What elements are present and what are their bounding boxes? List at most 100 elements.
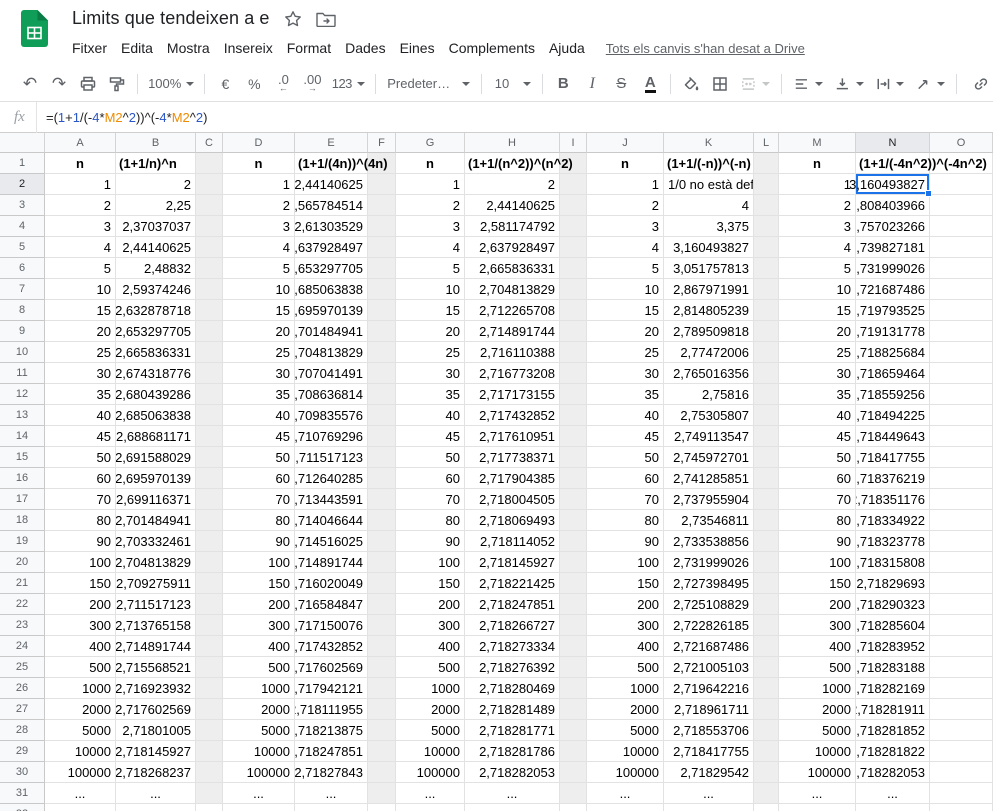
merge-cells-button[interactable] — [737, 72, 773, 96]
cell-K22[interactable]: 2,725108829 — [664, 594, 754, 615]
cell-C14[interactable] — [196, 426, 223, 447]
cell-F3[interactable] — [368, 195, 396, 216]
cell-D9[interactable]: 20 — [223, 321, 295, 342]
cell-B24[interactable]: 2,714891744 — [116, 636, 196, 657]
cell-K12[interactable]: 2,75816 — [664, 384, 754, 405]
cell-K6[interactable]: 3,051757813 — [664, 258, 754, 279]
cell-A14[interactable]: 45 — [45, 426, 116, 447]
cell-M21[interactable]: 150 — [779, 573, 856, 594]
cell-G6[interactable]: 5 — [396, 258, 465, 279]
cell-A12[interactable]: 35 — [45, 384, 116, 405]
cell-G22[interactable]: 200 — [396, 594, 465, 615]
row-header-10[interactable]: 10 — [0, 342, 45, 363]
cell-B9[interactable]: 2,653297705 — [116, 321, 196, 342]
cell-A7[interactable]: 10 — [45, 279, 116, 300]
cell-E4[interactable]: 2,61303529 — [295, 216, 368, 237]
cell-B20[interactable]: 2,704813829 — [116, 552, 196, 573]
cell-E31[interactable]: ... — [295, 783, 368, 804]
cell-O7[interactable] — [930, 279, 993, 300]
row-header-9[interactable]: 9 — [0, 321, 45, 342]
cell-K32[interactable] — [664, 804, 754, 811]
vertical-align-button[interactable] — [831, 72, 867, 96]
column-header-N[interactable]: N — [856, 133, 930, 153]
cell-A31[interactable]: ... — [45, 783, 116, 804]
cell-B2[interactable]: 2 — [116, 174, 196, 195]
cell-I16[interactable] — [560, 468, 587, 489]
cell-E22[interactable]: 2,716584847 — [295, 594, 368, 615]
cell-N10[interactable]: 2,718825684 — [856, 342, 930, 363]
decrease-decimals-button[interactable]: .0 ← — [271, 72, 295, 96]
cell-G25[interactable]: 500 — [396, 657, 465, 678]
cell-J25[interactable]: 500 — [587, 657, 664, 678]
cell-H22[interactable]: 2,718247851 — [465, 594, 560, 615]
cell-I17[interactable] — [560, 489, 587, 510]
cell-D30[interactable]: 100000 — [223, 762, 295, 783]
cell-K17[interactable]: 2,737955904 — [664, 489, 754, 510]
cell-O26[interactable] — [930, 678, 993, 699]
cell-J14[interactable]: 45 — [587, 426, 664, 447]
cell-M2[interactable]: 1 — [779, 174, 856, 195]
column-header-I[interactable]: I — [560, 133, 587, 153]
cell-K7[interactable]: 2,867971991 — [664, 279, 754, 300]
cell-N24[interactable]: 2,718283952 — [856, 636, 930, 657]
cell-M8[interactable]: 15 — [779, 300, 856, 321]
menu-edita[interactable]: Edita — [114, 37, 160, 59]
cell-M18[interactable]: 80 — [779, 510, 856, 531]
menu-fitxer[interactable]: Fitxer — [65, 37, 114, 59]
cell-E11[interactable]: 2,707041491 — [295, 363, 368, 384]
cell-A4[interactable]: 3 — [45, 216, 116, 237]
cell-A28[interactable]: 5000 — [45, 720, 116, 741]
cell-N17[interactable]: 2,718351176 — [856, 489, 930, 510]
cell-A16[interactable]: 60 — [45, 468, 116, 489]
cell-H11[interactable]: 2,716773208 — [465, 363, 560, 384]
column-header-E[interactable]: E — [295, 133, 368, 153]
cell-B11[interactable]: 2,674318776 — [116, 363, 196, 384]
cell-L11[interactable] — [754, 363, 779, 384]
row-header-13[interactable]: 13 — [0, 405, 45, 426]
text-wrap-button[interactable] — [872, 72, 908, 96]
cell-C27[interactable] — [196, 699, 223, 720]
column-header-L[interactable]: L — [754, 133, 779, 153]
cell-K15[interactable]: 2,745972701 — [664, 447, 754, 468]
cell-O18[interactable] — [930, 510, 993, 531]
cell-L29[interactable] — [754, 741, 779, 762]
cell-K23[interactable]: 2,722826185 — [664, 615, 754, 636]
cell-L32[interactable] — [754, 804, 779, 811]
cell-O28[interactable] — [930, 720, 993, 741]
font-size-select[interactable]: 10 — [492, 72, 534, 96]
cell-O29[interactable] — [930, 741, 993, 762]
cell-L31[interactable] — [754, 783, 779, 804]
row-header-17[interactable]: 17 — [0, 489, 45, 510]
cell-J15[interactable]: 50 — [587, 447, 664, 468]
cell-D8[interactable]: 15 — [223, 300, 295, 321]
menu-format[interactable]: Format — [280, 37, 338, 59]
cell-C21[interactable] — [196, 573, 223, 594]
row-header-19[interactable]: 19 — [0, 531, 45, 552]
cell-H25[interactable]: 2,718276392 — [465, 657, 560, 678]
cell-I15[interactable] — [560, 447, 587, 468]
cell-D1[interactable]: n — [223, 153, 295, 174]
cell-H15[interactable]: 2,717738371 — [465, 447, 560, 468]
row-header-31[interactable]: 31 — [0, 783, 45, 804]
row-header-20[interactable]: 20 — [0, 552, 45, 573]
row-header-18[interactable]: 18 — [0, 510, 45, 531]
cell-E18[interactable]: 2,714046644 — [295, 510, 368, 531]
cell-E32[interactable] — [295, 804, 368, 811]
cell-O9[interactable] — [930, 321, 993, 342]
cell-F14[interactable] — [368, 426, 396, 447]
cell-K28[interactable]: 2,718553706 — [664, 720, 754, 741]
cell-L20[interactable] — [754, 552, 779, 573]
cell-I5[interactable] — [560, 237, 587, 258]
cell-G32[interactable] — [396, 804, 465, 811]
cell-H20[interactable]: 2,718145927 — [465, 552, 560, 573]
cell-L1[interactable] — [754, 153, 779, 174]
cell-O16[interactable] — [930, 468, 993, 489]
cell-N25[interactable]: 2,718283188 — [856, 657, 930, 678]
cell-O24[interactable] — [930, 636, 993, 657]
cell-D19[interactable]: 90 — [223, 531, 295, 552]
cell-H10[interactable]: 2,716110388 — [465, 342, 560, 363]
cell-N29[interactable]: 2,718281822 — [856, 741, 930, 762]
cell-D12[interactable]: 35 — [223, 384, 295, 405]
text-color-button[interactable]: A — [638, 72, 662, 96]
cell-F4[interactable] — [368, 216, 396, 237]
